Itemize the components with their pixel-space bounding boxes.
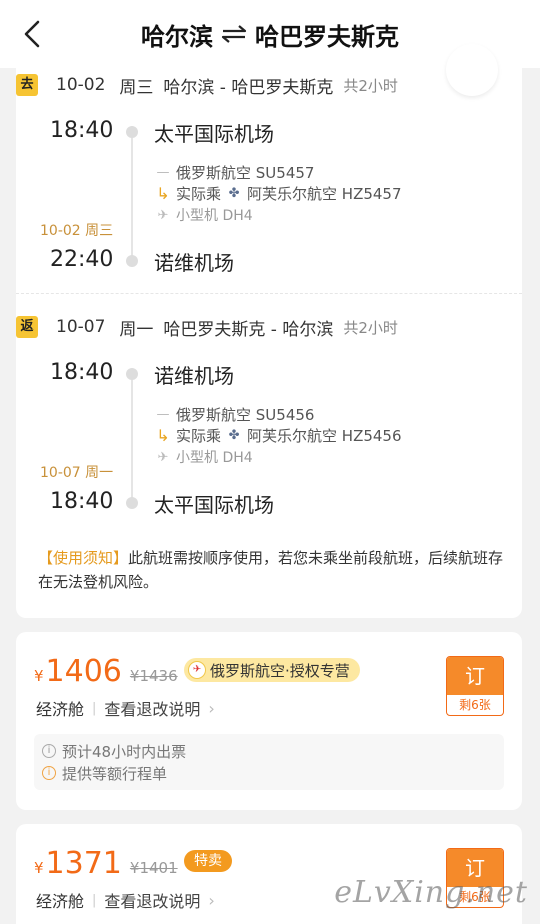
outbound-dep-time: 18:40 <box>50 118 114 143</box>
outbound-actual-carrier: 阿芙乐尔航空 HZ5457 <box>247 185 402 203</box>
outbound-carrier-row: — 俄罗斯航空 SU5457 <box>154 162 315 183</box>
airline-logo-icon: — <box>156 165 170 180</box>
price-row: ¥ 1406 ¥1436 <box>34 654 178 689</box>
refund-rules-link[interactable]: 查看退改说明 <box>104 888 200 912</box>
outbound-arr-date: 10-02 周三 <box>40 223 114 239</box>
notice-label: 【使用须知】 <box>38 549 129 567</box>
return-actual-carrier: 阿芙乐尔航空 HZ5456 <box>247 427 402 445</box>
separator: | <box>92 700 97 716</box>
outbound-segment: 去 10-02 周三 哈尔滨 - 哈巴罗夫斯克 共2小时 18:40 太平国际机… <box>16 68 522 293</box>
original-price: ¥1401 <box>129 859 178 877</box>
back-arrow-icon[interactable] <box>18 18 46 50</box>
return-carrier: 俄罗斯航空 SU5456 <box>176 406 315 424</box>
codeshare-airline-icon: ✤ <box>228 428 240 443</box>
codeshare-airline-icon: ✤ <box>228 186 240 201</box>
outbound-aircraft-row: ✈ 小型机 DH4 <box>154 205 253 225</box>
chevron-right-icon[interactable]: › <box>208 699 214 718</box>
timeline-dot <box>126 255 138 267</box>
outbound-actual-label: 实际乘 <box>176 185 222 203</box>
outbound-arr-airport: 诺维机场 <box>154 251 234 275</box>
outbound-date: 10-02 <box>56 75 106 95</box>
swap-arrows-icon <box>221 25 247 43</box>
original-price: ¥1436 <box>129 667 178 685</box>
book-label[interactable]: 订 <box>447 657 503 695</box>
outbound-aircraft: 小型机 DH4 <box>176 208 253 224</box>
ticketing-info: i 预计48小时内出票 i 提供等额行程单 <box>34 734 504 790</box>
currency-symbol: ¥ <box>34 859 44 877</box>
ticketing-time: 预计48小时内出票 <box>62 742 187 761</box>
airline-authorized-badge: ✈ 俄罗斯航空·授权专营 <box>184 658 360 682</box>
timeline-dot <box>126 497 138 509</box>
return-aircraft: 小型机 DH4 <box>176 450 253 466</box>
itinerary-card: 去 10-02 周三 哈尔滨 - 哈巴罗夫斯克 共2小时 18:40 太平国际机… <box>16 44 522 618</box>
cabin-class: 经济舱 <box>36 892 85 911</box>
badge-text: 俄罗斯航空·授权专营 <box>210 661 350 680</box>
return-date: 10-07 <box>56 317 106 337</box>
remaining-seats: 剩6张 <box>459 698 491 712</box>
price: 1371 <box>45 846 122 881</box>
price: 1406 <box>45 654 122 689</box>
invoice-row: i 提供等额行程单 <box>42 762 496 784</box>
cabin-row: 经济舱 | 查看退改说明 › <box>36 888 215 912</box>
ticketing-time-row: i 预计48小时内出票 <box>42 740 496 762</box>
return-route: 哈巴罗夫斯克 - 哈尔滨 <box>163 319 334 340</box>
actual-flight-arrow-icon: ↳ <box>156 184 170 203</box>
book-button[interactable]: 订 剩6张 <box>446 656 504 716</box>
info-circle-icon: i <box>42 766 56 780</box>
offer-card[interactable]: ¥ 1406 ¥1436 ✈ 俄罗斯航空·授权专营 经济舱 | 查看退改说明 ›… <box>16 632 522 810</box>
origin-city: 哈尔滨 <box>141 22 213 51</box>
outbound-route: 哈尔滨 - 哈巴罗夫斯克 <box>163 77 334 98</box>
return-weekday: 周一 <box>119 319 154 340</box>
plane-icon: ✈ <box>157 207 169 223</box>
aeroflot-logo-icon: ✈ <box>188 661 206 679</box>
destination-city: 哈巴罗夫斯克 <box>255 22 399 51</box>
watermark: eLvXing.net <box>334 875 528 910</box>
return-tag: 返 <box>16 316 38 338</box>
return-actual-label: 实际乘 <box>176 427 222 445</box>
currency-symbol: ¥ <box>34 667 44 685</box>
sale-badge: 特卖 <box>184 850 232 872</box>
outbound-weekday: 周三 <box>119 77 154 98</box>
return-duration: 共2小时 <box>343 318 398 337</box>
chevron-right-icon[interactable]: › <box>208 891 214 910</box>
return-arr-airport: 太平国际机场 <box>154 493 274 517</box>
return-arr-date: 10-07 周一 <box>40 465 114 481</box>
return-carrier-row: — 俄罗斯航空 SU5456 <box>154 404 315 425</box>
return-segment: 返 10-07 周一 哈巴罗夫斯克 - 哈尔滨 共2小时 18:40 诺维机场 … <box>16 310 522 540</box>
invoice-info: 提供等额行程单 <box>62 764 168 783</box>
actual-flight-arrow-icon: ↳ <box>156 426 170 445</box>
timeline-dot <box>126 368 138 380</box>
cabin-row: 经济舱 | 查看退改说明 › <box>36 696 215 720</box>
info-circle-icon: i <box>42 744 56 758</box>
usage-notice: 【使用须知】此航班需按顺序使用，若您未乘坐前段航班，后续航班存在无法登机风险。 <box>38 546 508 594</box>
airline-logo-icon: — <box>156 407 170 422</box>
return-actual-row: ↳ 实际乘 ✤ 阿芙乐尔航空 HZ5456 <box>154 425 402 446</box>
return-dep-airport: 诺维机场 <box>154 364 234 388</box>
return-dep-time: 18:40 <box>50 360 114 385</box>
refund-rules-link[interactable]: 查看退改说明 <box>104 696 200 720</box>
separator: | <box>92 892 97 908</box>
outbound-header: 去 10-02 周三 哈尔滨 - 哈巴罗夫斯克 共2小时 <box>16 70 398 100</box>
outbound-dep-airport: 太平国际机场 <box>154 122 274 146</box>
timeline-line <box>131 138 133 256</box>
return-aircraft-row: ✈ 小型机 DH4 <box>154 447 253 467</box>
outbound-carrier: 俄罗斯航空 SU5457 <box>176 164 315 182</box>
plane-icon: ✈ <box>157 449 169 465</box>
segment-divider <box>16 293 522 294</box>
cabin-class: 经济舱 <box>36 700 85 719</box>
price-row: ¥ 1371 ¥1401 <box>34 846 178 881</box>
timeline-line <box>131 380 133 498</box>
outbound-arr-time: 22:40 <box>50 247 114 272</box>
outbound-actual-row: ↳ 实际乘 ✤ 阿芙乐尔航空 HZ5457 <box>154 183 402 204</box>
return-header: 返 10-07 周一 哈巴罗夫斯克 - 哈尔滨 共2小时 <box>16 312 398 342</box>
route-title: 哈尔滨 哈巴罗夫斯克 <box>141 17 399 52</box>
outbound-duration: 共2小时 <box>343 76 398 95</box>
outbound-tag: 去 <box>16 74 38 96</box>
timeline-dot <box>126 126 138 138</box>
return-arr-time: 18:40 <box>50 489 114 514</box>
